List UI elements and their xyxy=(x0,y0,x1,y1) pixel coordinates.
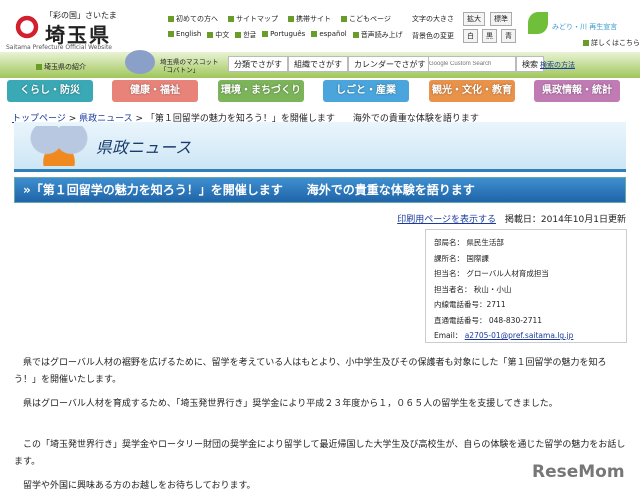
campaign-leaf-icon xyxy=(528,12,548,34)
link-first-visit[interactable]: 初めての方へ xyxy=(168,14,218,24)
bg-white-button[interactable]: 白 xyxy=(463,29,478,43)
nav-tourism-culture[interactable]: 観光・文化・教育 xyxy=(429,80,515,102)
contact-person: 担当者名： 秋山・小山 xyxy=(434,284,512,294)
publish-date: 掲載日：2014年10月1日更新 xyxy=(504,215,626,225)
link-read-aloud[interactable]: 音声読み上げ xyxy=(352,30,403,40)
mascot-label: 埼玉県のマスコット「コバトン」 xyxy=(160,58,219,74)
search-by-category-button[interactable]: 分類でさがす xyxy=(228,56,288,72)
nav-living-safety[interactable]: くらし・防災 xyxy=(7,80,93,102)
logo-english: Saitama Prefecture Official Website xyxy=(6,44,112,51)
bg-black-button[interactable]: 黒 xyxy=(482,29,497,43)
nav-work-industry[interactable]: しごと・産業 xyxy=(323,80,409,102)
campaign-link[interactable]: 詳しくはこちら xyxy=(583,38,640,48)
contact-box: 部局名： 県民生活部 課所名： 国際課 担当名： グローバル人材育成担当 担当者… xyxy=(425,229,627,343)
font-enlarge-button[interactable]: 拡大 xyxy=(463,12,485,26)
campaign-title: みどり・川 再生宣言 xyxy=(552,23,618,31)
banner-title: 県政ニュース xyxy=(96,138,192,157)
bg-blue-button[interactable]: 青 xyxy=(501,29,516,43)
language-links: English 中文 한글 Português español 音声読み上げ xyxy=(168,30,403,40)
nav-health-welfare[interactable]: 健康・福祉 xyxy=(112,80,198,102)
link-korean[interactable]: 한글 xyxy=(235,30,256,40)
mascot-kobaton-icon xyxy=(125,50,155,74)
link-mobile[interactable]: 携帯サイト xyxy=(288,14,331,24)
nav-environment[interactable]: 環境・まちづくり xyxy=(218,80,304,102)
prefecture-intro-link[interactable]: 埼玉県の紹介 xyxy=(36,62,86,72)
contact-section: 課所名： 国際課 xyxy=(434,253,489,263)
bg-color-label: 背景色の変更 xyxy=(412,32,454,40)
search-input[interactable] xyxy=(428,56,516,72)
page-title: »「第１回留学の魅力を知ろう！」を開催します 海外での貴重な体験を語ります xyxy=(14,177,626,203)
contact-department: 部局名： 県民生活部 xyxy=(434,238,504,247)
news-banner: 県政ニュース xyxy=(14,122,626,172)
link-english[interactable]: English xyxy=(168,30,201,40)
search-help-link[interactable]: 検索の方法 xyxy=(540,60,575,70)
contact-extension: 内線電話番号：2711 xyxy=(434,300,506,309)
email-link[interactable]: a2705-01@pref.saitama.lg.jp xyxy=(465,331,574,340)
search-by-organization-button[interactable]: 組織でさがす xyxy=(288,56,348,72)
link-spanish[interactable]: español xyxy=(311,30,347,40)
top-links: 初めての方へ サイトマップ 携帯サイト こどもページ xyxy=(168,14,391,24)
link-chinese[interactable]: 中文 xyxy=(207,30,229,40)
prefecture-logo-icon xyxy=(14,14,40,40)
paragraph-2: 県はグローバル人材を育成するため、「埼玉発世界行き」奨学金により平成２３年度から… xyxy=(23,399,558,409)
link-portuguese[interactable]: Português xyxy=(262,30,305,40)
search-by-calendar-button[interactable]: カレンダーでさがす xyxy=(348,56,432,72)
contact-direct-phone: 直通電話番号： 048-830-2711 xyxy=(434,315,543,325)
resemom-watermark: ReseMom xyxy=(532,462,625,482)
font-size-label: 文字の大きさ xyxy=(412,15,454,23)
link-kids[interactable]: こどもページ xyxy=(341,14,391,24)
link-sitemap[interactable]: サイトマップ xyxy=(228,14,278,24)
contact-unit: 担当名： グローバル人材育成担当 xyxy=(434,269,549,278)
print-page-link[interactable]: 印刷用ページを表示する xyxy=(397,215,496,225)
nav-prefectural-info[interactable]: 県政情報・統計 xyxy=(534,80,620,102)
contact-email: Email： a2705-01@pref.saitama.lg.jp xyxy=(434,331,574,340)
font-standard-button[interactable]: 標準 xyxy=(490,12,512,26)
mascot-reading-icon xyxy=(28,126,90,166)
paragraph-1: 県ではグローバル人材の裾野を広げるために、留学を考えている人はもとより、小中学生… xyxy=(14,358,607,385)
